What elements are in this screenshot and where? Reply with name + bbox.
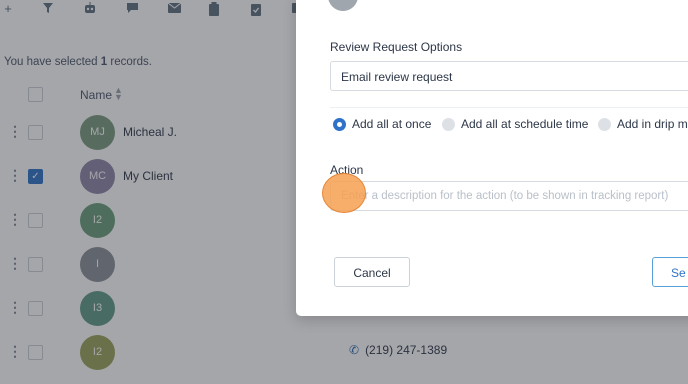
- modal-avatar: [328, 0, 358, 11]
- radio-label[interactable]: Add all at once: [352, 117, 431, 131]
- send-button[interactable]: Se: [652, 257, 688, 287]
- action-description-input[interactable]: [330, 181, 688, 211]
- cancel-button[interactable]: Cancel: [334, 257, 410, 287]
- divider: [330, 107, 688, 108]
- review-request-options-label: Review Request Options: [330, 40, 463, 54]
- review-request-select[interactable]: Email review request: [330, 61, 688, 91]
- radio-button[interactable]: [598, 118, 611, 131]
- radio-label[interactable]: Add in drip mo: [617, 117, 688, 131]
- review-request-modal: Review Request Options Email review requ…: [296, 0, 688, 316]
- click-indicator: [322, 173, 366, 213]
- radio-button[interactable]: [442, 118, 455, 131]
- radio-label[interactable]: Add all at schedule time: [461, 117, 588, 131]
- radio-button[interactable]: [333, 118, 346, 131]
- add-mode-radio-group: Add all at once Add all at schedule time…: [330, 114, 688, 134]
